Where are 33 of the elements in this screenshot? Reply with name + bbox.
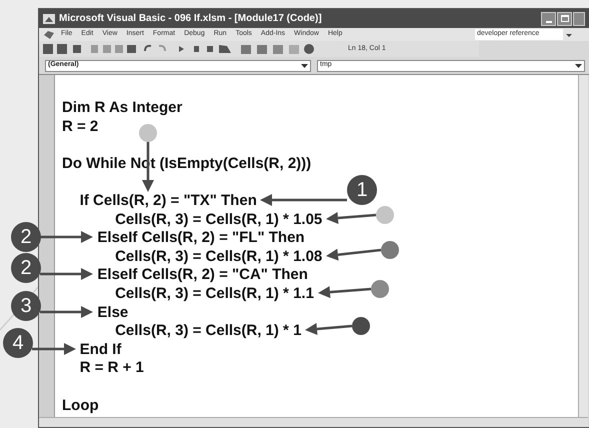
window-title: Microsoft Visual Basic - 096 If.xlsm - [Module17 (Code)] [59, 12, 322, 26]
arrow [40, 306, 93, 318]
code-line: Cells(R, 3) = Cells(R, 1) * 1 [115, 321, 302, 342]
minimize-button[interactable] [541, 12, 556, 26]
step-number-badge: 2 [11, 222, 41, 252]
code-line: Cells(R, 3) = Cells(R, 1) * 1.05 [115, 210, 322, 230]
arrow [326, 212, 376, 224]
code-line: If Cells(R, 2) = "TX" Then [80, 191, 257, 212]
code-line: ElseIf Cells(R, 2) = "FL" Then [97, 228, 305, 248]
step-number-badge: 2 [11, 253, 41, 283]
code-line: R = R + 1 [80, 358, 144, 378]
horizontal-scrollbar[interactable] [39, 417, 588, 427]
code-line: Dim R As Integer [62, 98, 182, 118]
dropdown-arrow-icon [575, 62, 582, 69]
code-line: Cells(R, 3) = Cells(R, 1) * 1.1 [115, 284, 314, 304]
arrow [40, 231, 93, 243]
vertical-scrollbar[interactable] [578, 75, 588, 417]
arrow [318, 286, 372, 298]
dropdown-arrow-icon [301, 62, 308, 69]
close-button[interactable] [573, 12, 585, 26]
maximize-button[interactable] [557, 12, 572, 26]
code-line: Cells(R, 3) = Cells(R, 1) * 1.08 [115, 246, 322, 267]
step-number-badge: 3 [11, 291, 41, 321]
app-icon [43, 14, 55, 24]
arrow [326, 248, 382, 261]
code-line: R = 2 [62, 116, 98, 137]
arrow [305, 323, 352, 335]
code-line: Else [97, 302, 128, 323]
step-number-badge: 4 [3, 328, 33, 358]
code-line: ElseIf Cells(R, 2) = "CA" Then [97, 265, 308, 286]
code-line: Loop [62, 396, 99, 416]
code-line: End If [80, 340, 122, 360]
arrow [40, 268, 93, 280]
